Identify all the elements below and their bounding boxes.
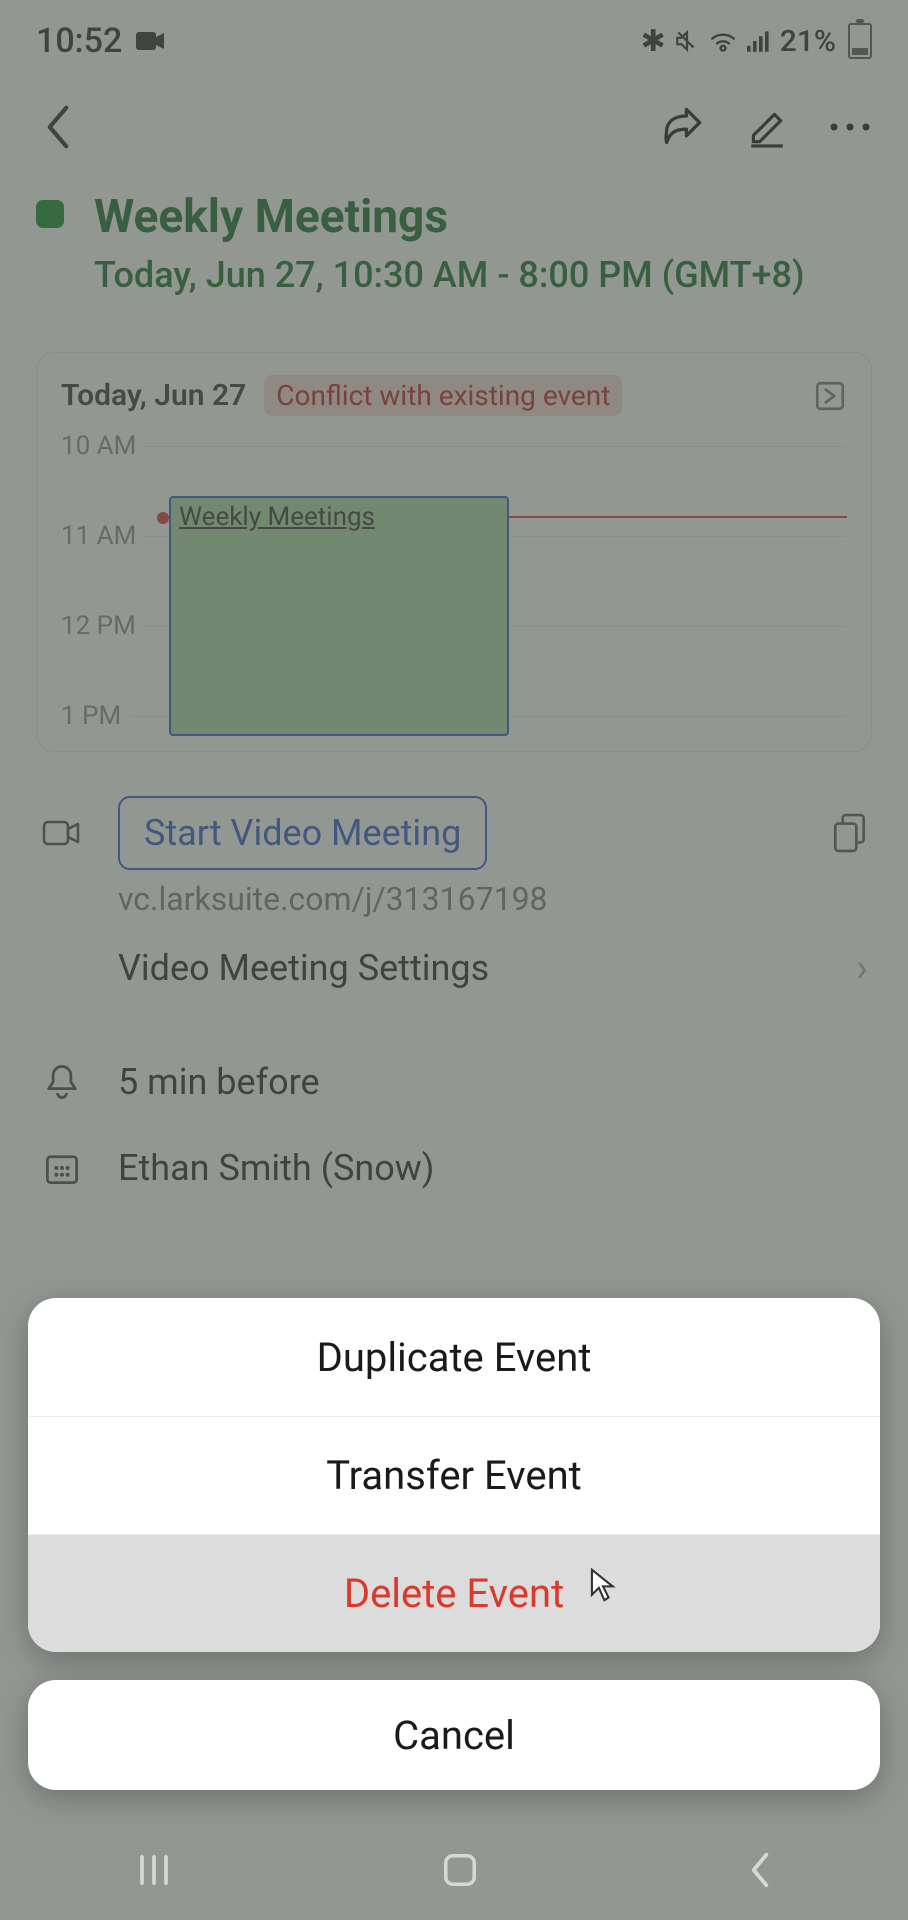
recents-button[interactable] bbox=[134, 1852, 174, 1888]
system-nav-bar bbox=[0, 1820, 908, 1920]
nav-back-button[interactable] bbox=[746, 1851, 774, 1889]
home-button[interactable] bbox=[441, 1851, 479, 1889]
transfer-event-button[interactable]: Transfer Event bbox=[28, 1416, 880, 1534]
duplicate-event-button[interactable]: Duplicate Event bbox=[28, 1298, 880, 1416]
delete-event-label: Delete Event bbox=[344, 1570, 564, 1617]
action-sheet: Duplicate Event Transfer Event Delete Ev… bbox=[28, 1298, 880, 1790]
cursor-icon bbox=[588, 1567, 618, 1597]
delete-event-button[interactable]: Delete Event bbox=[28, 1534, 880, 1652]
cancel-button[interactable]: Cancel bbox=[28, 1680, 880, 1790]
